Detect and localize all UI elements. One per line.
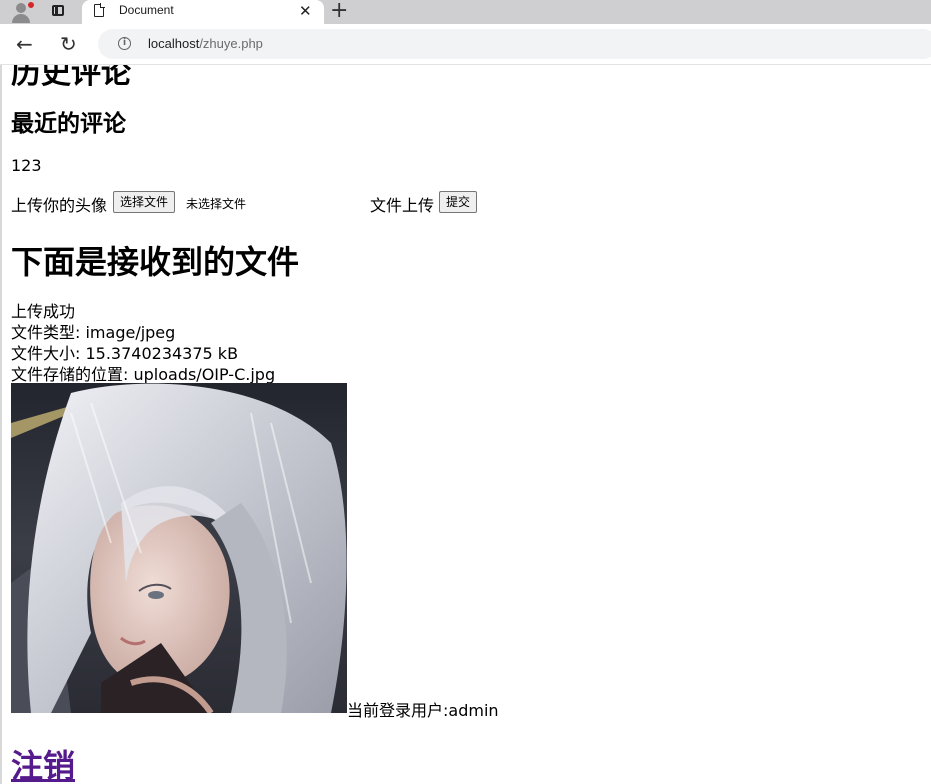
submit-button[interactable]: 提交: [439, 191, 478, 213]
reload-button[interactable]: ↻: [60, 32, 77, 56]
url-path: /zhuye.php: [199, 36, 263, 51]
browser-toolbar: ← ↻ i localhost/zhuye.php: [0, 24, 931, 65]
avatar-upload-label: 上传你的头像: [11, 196, 108, 215]
file-location: 文件存储的位置: uploads/OIP-C.jpg: [11, 365, 276, 384]
no-file-chosen-text: 未选择文件: [186, 197, 247, 211]
history-heading: 历史评论: [11, 65, 131, 91]
uploaded-image: [11, 383, 347, 713]
file-upload-label: 文件上传: [370, 196, 435, 215]
site-info-icon[interactable]: i: [118, 37, 131, 50]
tab-strip: Document ✕ +: [0, 0, 931, 24]
current-user-text: 当前登录用户:admin: [347, 701, 499, 720]
back-button[interactable]: ←: [16, 32, 33, 56]
recent-comments-heading: 最近的评论: [11, 111, 126, 137]
upload-status: 上传成功: [11, 302, 76, 321]
tab-actions-icon[interactable]: [48, 2, 70, 22]
file-type: 文件类型: image/jpeg: [11, 323, 176, 342]
tab-title: Document: [119, 3, 174, 17]
choose-file-button[interactable]: 选择文件: [113, 191, 176, 213]
close-tab-icon[interactable]: ✕: [299, 2, 312, 20]
address-bar[interactable]: i localhost/zhuye.php: [98, 29, 931, 59]
tab-document[interactable]: Document ✕: [82, 0, 324, 24]
profile-avatar-icon[interactable]: [8, 1, 35, 23]
comment-text: 123: [11, 156, 42, 175]
file-size: 文件大小: 15.3740234375 kB: [11, 344, 239, 363]
url-text[interactable]: localhost/zhuye.php: [148, 36, 263, 51]
new-tab-button[interactable]: +: [330, 0, 348, 23]
page-viewport: 历史评论 最近的评论 123 上传你的头像 选择文件 未选择文件 文件上传 提交…: [0, 65, 931, 784]
document-icon: [94, 3, 105, 17]
upload-info: 上传成功 文件类型: image/jpeg 文件大小: 15.374023437…: [11, 301, 275, 385]
url-host: localhost: [148, 36, 200, 51]
received-files-heading: 下面是接收到的文件: [11, 243, 300, 281]
logout-link[interactable]: 注销: [11, 741, 75, 784]
